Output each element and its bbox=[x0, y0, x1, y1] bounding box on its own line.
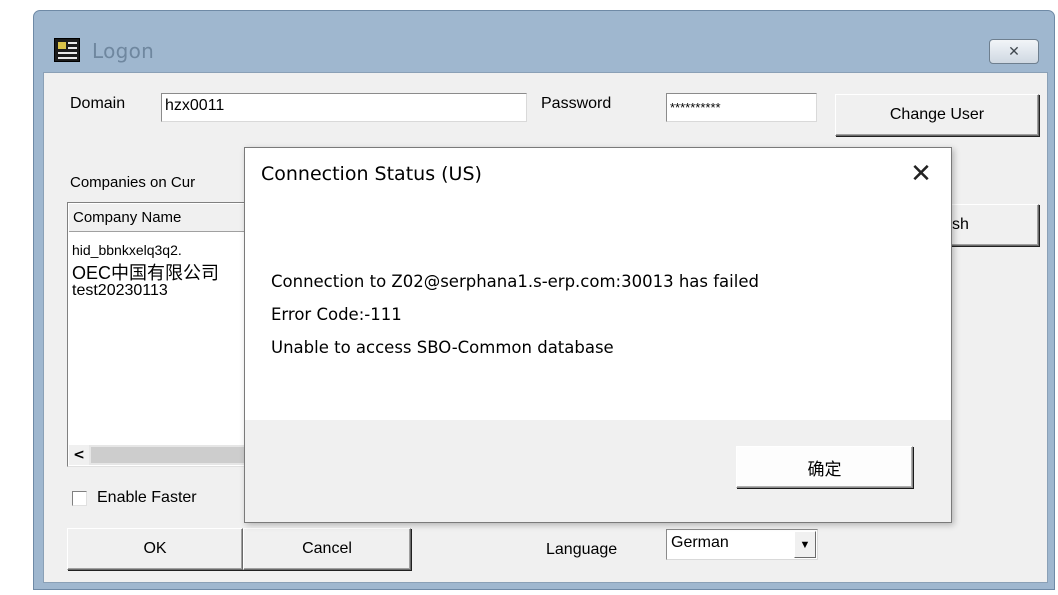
window-title: Logon bbox=[92, 39, 155, 63]
dialog-title: Connection Status (US) bbox=[261, 163, 482, 185]
dialog-close-button[interactable]: ✕ bbox=[901, 157, 941, 191]
language-label: Language bbox=[546, 541, 618, 558]
language-select[interactable]: German ▼ bbox=[666, 529, 818, 560]
company-name-column-header[interactable]: Company Name bbox=[69, 204, 269, 232]
confirm-button[interactable]: 确定 bbox=[736, 446, 913, 488]
company-row[interactable]: test20230113 bbox=[72, 282, 168, 300]
scrollbar-thumb[interactable] bbox=[91, 447, 261, 463]
close-x-icon: ✕ bbox=[910, 159, 932, 189]
error-detail: Unable to access SBO-Common database bbox=[271, 338, 614, 357]
window-close-button[interactable]: ✕ bbox=[989, 39, 1039, 64]
enable-faster-checkbox[interactable] bbox=[72, 491, 87, 506]
domain-label: Domain bbox=[70, 95, 126, 112]
error-code: Error Code:-111 bbox=[271, 305, 402, 324]
companies-label: Companies on Cur bbox=[70, 174, 196, 191]
chevron-left-icon[interactable]: < bbox=[69, 445, 89, 465]
connection-status-dialog: Connection Status (US) ✕ Connection to Z… bbox=[244, 147, 952, 523]
change-user-button[interactable]: Change User bbox=[835, 94, 1039, 136]
chevron-down-icon[interactable]: ▼ bbox=[794, 531, 816, 558]
cancel-button[interactable]: Cancel bbox=[243, 528, 411, 570]
domain-input[interactable]: hzx0011 bbox=[161, 93, 527, 122]
language-select-value: German bbox=[671, 534, 729, 551]
password-input[interactable]: ********** bbox=[666, 93, 817, 122]
close-x-icon: ✕ bbox=[1008, 43, 1020, 60]
password-label: Password bbox=[541, 95, 612, 112]
refresh-button[interactable]: sh bbox=[937, 204, 1039, 246]
horizontal-scrollbar[interactable]: < bbox=[69, 445, 269, 465]
company-row[interactable]: hid_bbnkxelq3q2. bbox=[72, 242, 182, 258]
enable-faster-label: Enable Faster bbox=[97, 489, 197, 506]
ok-button[interactable]: OK bbox=[67, 528, 243, 570]
app-logo-icon bbox=[54, 38, 80, 62]
error-message: Connection to Z02@serphana1.s-erp.com:30… bbox=[271, 272, 759, 291]
